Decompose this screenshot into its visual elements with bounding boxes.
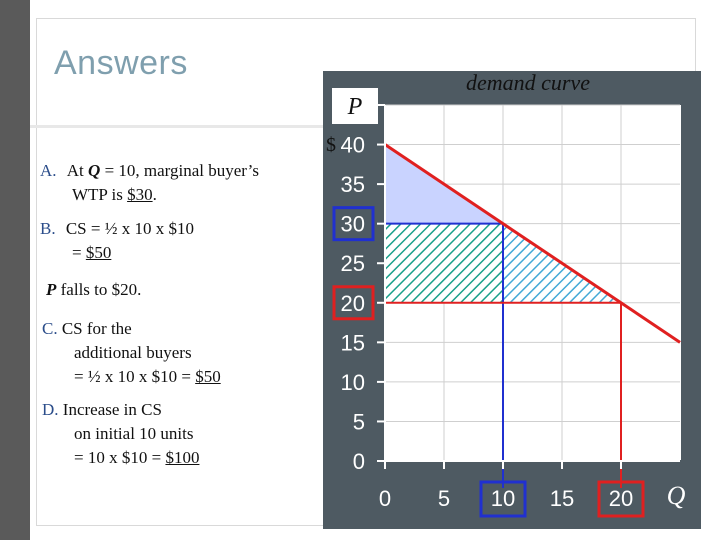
y-tick-label: 5 [353, 409, 365, 434]
y-tick-label: 20 [341, 291, 365, 316]
x-tick-label: 15 [550, 486, 574, 511]
y-tick-label: 35 [341, 172, 365, 197]
demand-curve-chart: 05101520253035404505101520 demand curve … [326, 70, 686, 518]
chart-title: demand curve [466, 70, 590, 95]
x-tick-label: 20 [609, 486, 633, 511]
y-tick-label: 30 [341, 212, 365, 237]
x-tick-label: 0 [379, 486, 391, 511]
y-tick-label: 40 [341, 133, 365, 158]
y-axis-dollar-sign: $ [326, 134, 336, 156]
x-axis-label: Q [667, 481, 686, 510]
y-tick-label: 0 [353, 449, 365, 474]
y-axis-label: P [347, 94, 363, 120]
y-tick-label: 15 [341, 330, 365, 355]
x-tick-label: 10 [491, 486, 515, 511]
y-tick-label: 25 [341, 251, 365, 276]
x-tick-label: 5 [438, 486, 450, 511]
surplus-region-2 [385, 223, 503, 303]
y-tick-label: 10 [341, 370, 365, 395]
